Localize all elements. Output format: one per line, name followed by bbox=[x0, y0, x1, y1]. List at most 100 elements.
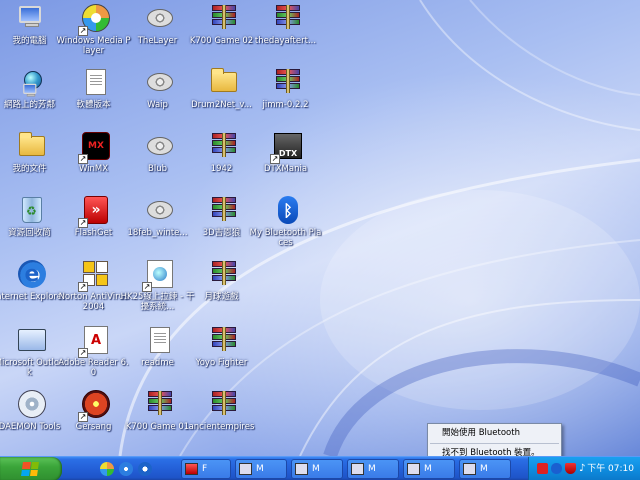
shortcut-arrow-icon: ↗ bbox=[142, 282, 152, 292]
desktop-icon-18feb-winter[interactable]: 18feb_winte... bbox=[127, 194, 192, 256]
desktop-icon-label: K700 Game 01 bbox=[125, 422, 190, 432]
folder-icon bbox=[19, 132, 45, 156]
desktop-icon-winmx[interactable]: MX ↗ WinMX bbox=[64, 130, 128, 192]
desktop-icon-ancientempires[interactable]: ancientempires bbox=[189, 388, 256, 450]
task-button-window-5[interactable]: M bbox=[459, 459, 511, 479]
task-button-label: M bbox=[368, 464, 376, 474]
window-icon bbox=[463, 463, 476, 475]
desktop-icon-outlook[interactable]: Microsoft Outlook bbox=[0, 324, 64, 386]
folder-icon bbox=[211, 68, 237, 92]
window-icon bbox=[351, 463, 364, 475]
shortcut-arrow-icon: ↗ bbox=[270, 154, 280, 164]
desktop-icon-gersang[interactable]: ↗ Gersang bbox=[64, 388, 128, 450]
task-button-window-1[interactable]: M bbox=[235, 459, 287, 479]
menu-item-start-bluetooth[interactable]: 開始使用 Bluetooth bbox=[428, 424, 561, 443]
quicklaunch-media-player-icon[interactable] bbox=[100, 462, 114, 476]
desktop-icon-label: Blub bbox=[148, 164, 167, 174]
my-computer-icon bbox=[19, 6, 45, 30]
desktop-icon-recycle-bin[interactable]: ♻ 資源回收筒 bbox=[0, 194, 64, 256]
desktop-icon-label: Waip bbox=[147, 100, 168, 110]
desktop-icon-k700-game-01[interactable]: K700 Game 01 bbox=[126, 388, 192, 450]
network-places-icon bbox=[18, 69, 46, 97]
clock[interactable]: 下午 07:10 bbox=[587, 457, 634, 480]
shortcut-arrow-icon: ↗ bbox=[78, 218, 88, 228]
desktop-icon-bluetooth-places[interactable]: ᛒ My Bluetooth Places bbox=[250, 194, 321, 256]
desktop-icon-label: 18feb_winte... bbox=[127, 228, 188, 238]
desktop-icon-label: WinMX bbox=[78, 164, 109, 174]
desktop-icon-windows-media-player[interactable]: ↗ Windows Media Player bbox=[57, 2, 131, 64]
desktop-icon-label: Gersang bbox=[75, 422, 112, 432]
desktop-icon-label: Norton AntiVirus 2004 bbox=[58, 292, 129, 312]
desktop-icon-label: ancientempires bbox=[188, 422, 255, 432]
recycle-bin-icon: ♻ bbox=[22, 197, 42, 223]
shortcut-arrow-icon: ↗ bbox=[78, 154, 88, 164]
desktop-icon-drum2net[interactable]: Drum2Net_v... bbox=[191, 66, 256, 128]
desktop-icon-internet-explorer[interactable]: e Internet Explorer bbox=[0, 258, 65, 320]
desktop-icon-my-computer[interactable]: 我的電腦 bbox=[0, 2, 64, 64]
media-file-icon bbox=[147, 201, 173, 219]
desktop-icon-label: thedayaftert... bbox=[254, 36, 317, 46]
quicklaunch-ie-icon[interactable] bbox=[138, 462, 152, 476]
desktop-icon-dtxmania[interactable]: DTX ↗ DTXMania bbox=[256, 130, 320, 192]
security-shield-tray-icon[interactable] bbox=[565, 463, 576, 474]
desktop-icon-yoyo-fighter[interactable]: Yoyo Fighter bbox=[192, 324, 256, 386]
winrar-archive-icon bbox=[212, 133, 236, 159]
desktop-icon-moon-game[interactable]: 月球遊戲 bbox=[192, 258, 256, 320]
desktop-icon-thelayer[interactable]: TheLayer bbox=[128, 2, 192, 64]
shortcut-arrow-icon: ↗ bbox=[78, 26, 88, 36]
quicklaunch-show-desktop-icon[interactable] bbox=[119, 462, 133, 476]
desktop[interactable]: 我的電腦 網路上的芳鄰 我的文件 ♻ 資源回收筒 e Internet Expl… bbox=[0, 0, 640, 456]
desktop-icon-adobe-reader[interactable]: A ↗ Adobe Reader 6.0 bbox=[58, 324, 129, 386]
desktop-icon-jimm[interactable]: jimm-0.2.2 bbox=[256, 66, 320, 128]
desktop-icon-thedayafter[interactable]: thedayaftert... bbox=[255, 2, 320, 64]
task-button-label: M bbox=[480, 464, 488, 474]
task-button-window-4[interactable]: M bbox=[403, 459, 455, 479]
window-icon bbox=[239, 463, 252, 475]
internet-explorer-icon: e bbox=[18, 260, 46, 288]
desktop-icon-hk25[interactable]: ↗ HK25線上拉鍊 - 干擾系統... bbox=[121, 258, 194, 320]
desktop-icon-label: Yoyo Fighter bbox=[195, 358, 248, 368]
flashget-tray-icon[interactable] bbox=[537, 463, 548, 474]
desktop-icon-daemon-tools[interactable]: DAEMON Tools bbox=[0, 388, 64, 450]
winrar-archive-icon bbox=[212, 5, 236, 31]
desktop-icon-1942[interactable]: 1942 bbox=[192, 130, 256, 192]
window-icon bbox=[407, 463, 420, 475]
desktop-icon-blub[interactable]: Blub bbox=[128, 130, 192, 192]
task-button-flashget[interactable]: F bbox=[181, 459, 231, 479]
winrar-archive-icon bbox=[276, 69, 300, 95]
shortcut-arrow-icon: ↗ bbox=[78, 282, 88, 292]
desktop-icon-k700-game-02[interactable]: K700 Game 02 bbox=[190, 2, 256, 64]
desktop-icon-label: DTXMania bbox=[263, 164, 308, 174]
task-button-window-2[interactable]: M bbox=[291, 459, 343, 479]
menu-item-bluetooth-not-found[interactable]: 找不到 Bluetooth 裝置。 bbox=[428, 444, 561, 456]
desktop-icon-label: 月球遊戲 bbox=[204, 292, 239, 302]
taskbar: F M M M M M ♪ 下午 07:10 bbox=[0, 456, 640, 480]
desktop-icon-label: 軟體版本 bbox=[76, 100, 111, 110]
bluetooth-icon: ᛒ bbox=[278, 196, 298, 224]
winrar-archive-icon bbox=[212, 261, 236, 287]
desktop-icon-readme[interactable]: readme bbox=[128, 324, 192, 386]
outlook-icon bbox=[18, 329, 46, 351]
shortcut-arrow-icon: ↗ bbox=[78, 348, 88, 358]
desktop-icon-3d-game[interactable]: 3D吉恩狼 bbox=[192, 194, 256, 256]
shortcut-arrow-icon: ↗ bbox=[78, 412, 88, 422]
desktop-icon-flashget[interactable]: » ↗ FlashGet bbox=[64, 194, 128, 256]
desktop-icon-norton[interactable]: ↗ Norton AntiVirus 2004 bbox=[59, 258, 128, 320]
winrar-archive-icon bbox=[148, 391, 172, 417]
task-button-label: F bbox=[202, 464, 208, 474]
task-button-label: M bbox=[312, 464, 320, 474]
desktop-icon-label: Adobe Reader 6.0 bbox=[58, 358, 129, 378]
daemon-tools-icon bbox=[18, 390, 46, 418]
windows-logo-icon bbox=[20, 462, 39, 476]
desktop-icon-label: K700 Game 02 bbox=[189, 36, 254, 46]
desktop-icon-network-places[interactable]: 網路上的芳鄰 bbox=[0, 66, 64, 128]
bluetooth-tray-icon[interactable] bbox=[551, 463, 562, 474]
start-button[interactable] bbox=[0, 457, 62, 480]
text-document-icon bbox=[86, 69, 106, 95]
desktop-icon-software-version[interactable]: 軟體版本 bbox=[64, 66, 128, 128]
media-file-icon bbox=[147, 9, 173, 27]
task-button-window-3[interactable]: M bbox=[347, 459, 399, 479]
desktop-icon-my-documents[interactable]: 我的文件 bbox=[0, 130, 64, 192]
desktop-icon-waip[interactable]: Waip bbox=[128, 66, 192, 128]
flashget-icon bbox=[185, 463, 198, 475]
